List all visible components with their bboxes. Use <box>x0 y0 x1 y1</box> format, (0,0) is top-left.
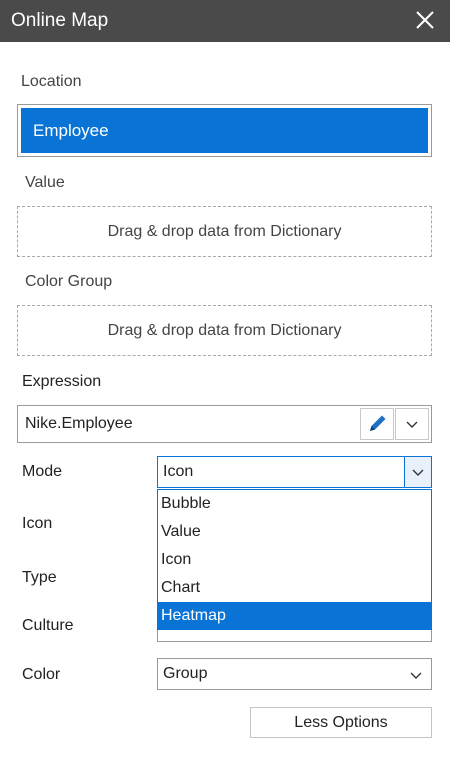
chevron-down-icon <box>410 672 422 679</box>
less-options-button[interactable]: Less Options <box>250 707 432 738</box>
dialog-title: Online Map <box>11 10 109 31</box>
culture-label: Culture <box>22 617 74 634</box>
location-label: Location <box>21 73 82 90</box>
mode-option-bubble[interactable]: Bubble <box>158 490 431 518</box>
color-group-drop-zone[interactable]: Drag & drop data from Dictionary <box>17 305 432 356</box>
mode-selected-value: Icon <box>163 463 194 480</box>
color-label: Color <box>22 666 61 683</box>
edit-expression-button[interactable] <box>360 408 394 440</box>
close-icon[interactable] <box>414 9 436 31</box>
color-group-label: Color Group <box>25 273 113 290</box>
expression-dropdown-button[interactable] <box>395 408 429 440</box>
value-label: Value <box>25 174 65 191</box>
value-drop-zone[interactable]: Drag & drop data from Dictionary <box>17 206 432 257</box>
chevron-down-icon <box>412 469 424 476</box>
mode-option-value[interactable]: Value <box>158 518 431 546</box>
icon-label: Icon <box>22 515 53 532</box>
mode-dropdown-list: Bubble Value Icon Chart Heatmap <box>157 489 432 630</box>
expression-value: Nike.Employee <box>25 415 133 432</box>
type-label: Type <box>22 569 57 586</box>
mode-dropdown-toggle[interactable] <box>404 457 431 487</box>
color-selected-value: Group <box>163 665 208 682</box>
mode-option-chart[interactable]: Chart <box>158 574 431 602</box>
location-item-employee[interactable]: Employee <box>21 108 428 153</box>
mode-option-icon[interactable]: Icon <box>158 546 431 574</box>
dialog-titlebar: Online Map <box>0 0 450 42</box>
expression-label: Expression <box>22 373 102 390</box>
mode-select[interactable]: Icon <box>157 456 432 488</box>
mode-label: Mode <box>22 463 63 480</box>
color-select[interactable]: Group <box>157 658 432 690</box>
location-drop-zone[interactable]: Employee <box>17 104 432 157</box>
expression-field[interactable]: Nike.Employee <box>17 405 432 443</box>
chevron-down-icon <box>406 421 418 428</box>
pencil-icon <box>370 415 386 431</box>
mode-option-heatmap[interactable]: Heatmap <box>158 602 431 630</box>
